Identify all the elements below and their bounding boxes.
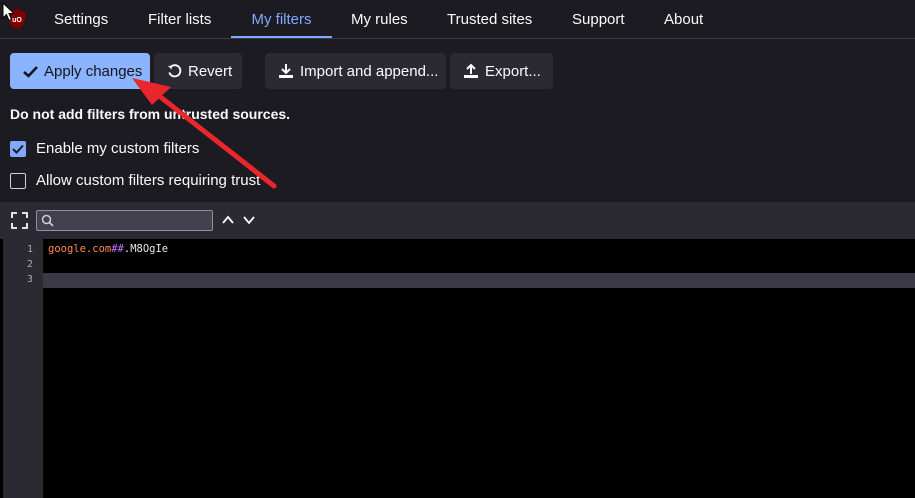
chevron-up-icon[interactable] <box>221 214 235 226</box>
filter-domain: google.com <box>48 243 112 255</box>
tab-my-rules[interactable]: My rules <box>341 0 418 38</box>
revert-button[interactable]: Revert <box>154 53 242 89</box>
line-number-gutter: 1 2 3 <box>3 239 43 498</box>
line-number: 2 <box>26 259 33 270</box>
apply-changes-label: Apply changes <box>44 62 143 80</box>
download-icon <box>279 64 293 78</box>
enable-custom-filters-option[interactable]: Enable my custom filters <box>10 140 199 157</box>
tab-support[interactable]: Support <box>562 0 635 38</box>
fullscreen-icon[interactable] <box>11 212 28 229</box>
undo-icon <box>167 63 182 77</box>
revert-label: Revert <box>188 62 233 80</box>
allow-trusted-filters-option[interactable]: Allow custom filters requiring trust <box>10 172 260 189</box>
enable-custom-filters-label: Enable my custom filters <box>36 140 200 157</box>
tab-settings[interactable]: Settings <box>44 0 118 38</box>
tab-my-filters[interactable]: My filters <box>231 0 332 38</box>
tab-filter-lists[interactable]: Filter lists <box>138 0 221 38</box>
code-line[interactable]: google.com##.M8OgIe <box>48 243 168 255</box>
active-line-highlight <box>43 273 915 288</box>
search-field[interactable] <box>36 210 213 231</box>
enable-custom-filters-checkbox[interactable] <box>10 140 26 157</box>
filter-selector: .M8OgIe <box>123 243 169 255</box>
search-input[interactable] <box>59 212 209 229</box>
chevron-down-icon[interactable] <box>242 214 256 226</box>
checkmark-icon <box>23 65 38 78</box>
export-button[interactable]: Export... <box>450 53 553 89</box>
untrusted-sources-warning: Do not add filters from untrusted source… <box>10 106 291 122</box>
upload-icon <box>464 63 478 78</box>
import-append-label: Import and append... <box>300 62 439 80</box>
editor-toolbar <box>0 202 915 239</box>
filter-separator: ## <box>111 243 124 255</box>
tab-about[interactable]: About <box>654 0 713 38</box>
line-number: 3 <box>26 274 33 285</box>
search-icon <box>41 214 54 227</box>
filter-editor[interactable]: 1 2 3 google.com##.M8OgIe <box>0 239 915 498</box>
allow-trusted-filters-checkbox[interactable] <box>10 172 26 189</box>
apply-changes-button[interactable]: Apply changes <box>10 53 150 89</box>
import-append-button[interactable]: Import and append... <box>265 53 446 89</box>
checkmark-icon <box>12 144 24 154</box>
tab-trusted-sites[interactable]: Trusted sites <box>437 0 542 38</box>
line-number: 1 <box>26 244 33 255</box>
export-label: Export... <box>485 62 541 80</box>
tab-bar: uO Settings Filter lists My filters My r… <box>0 0 915 39</box>
mouse-pointer-icon <box>2 2 16 22</box>
allow-trusted-filters-label: Allow custom filters requiring trust <box>36 172 261 189</box>
